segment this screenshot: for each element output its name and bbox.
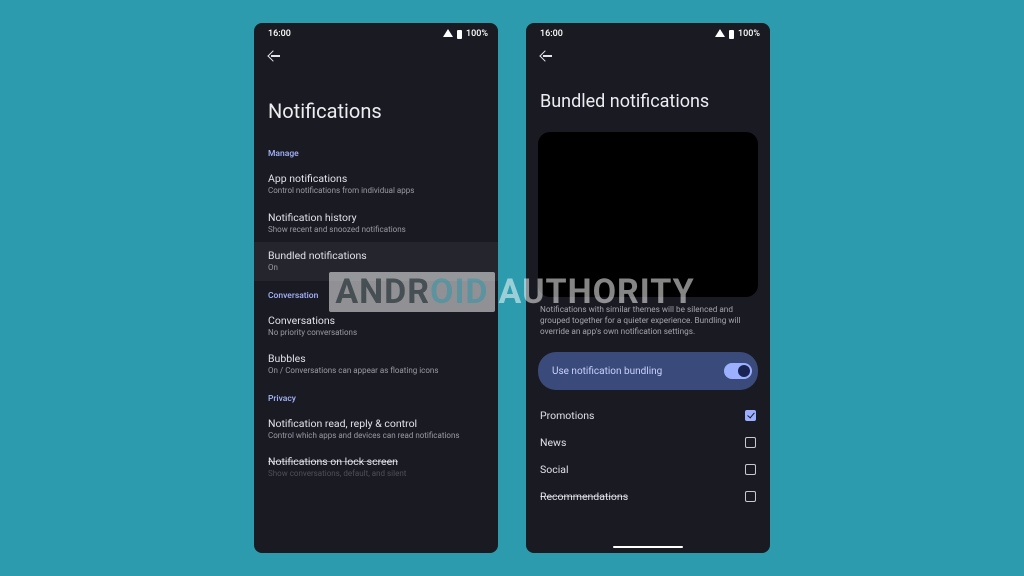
setting-app-notifications[interactable]: App notifications Control notifications … — [254, 165, 498, 204]
section-label-privacy: Privacy — [254, 384, 498, 410]
page-title: Bundled notifications — [526, 65, 770, 128]
phone-left: 16:00 100% Notifications Manage App noti… — [254, 23, 498, 553]
status-icons: 100% — [443, 29, 488, 39]
phone-right: 16:00 100% Bundled notifications Notific… — [526, 23, 770, 553]
status-battery-pct: 100% — [738, 29, 760, 39]
page-title: Notifications — [254, 65, 498, 139]
phone-pair: 16:00 100% Notifications Manage App noti… — [254, 23, 770, 553]
setting-bundled-notifications[interactable]: Bundled notifications On — [254, 242, 498, 281]
status-icons: 100% — [715, 29, 760, 39]
back-arrow-icon — [539, 50, 550, 61]
category-social[interactable]: Social — [526, 456, 770, 483]
checkbox-unchecked-icon — [745, 491, 756, 502]
wifi-icon — [443, 29, 453, 37]
setting-notifications-lock-screen[interactable]: Notifications on lock screen Show conver… — [254, 448, 498, 487]
category-promotions[interactable]: Promotions — [526, 402, 770, 429]
category-news[interactable]: News — [526, 429, 770, 456]
toggle-use-bundling[interactable]: Use notification bundling — [538, 352, 758, 390]
section-label-manage: Manage — [254, 139, 498, 165]
battery-icon — [457, 30, 462, 39]
back-button[interactable] — [264, 47, 282, 65]
status-battery-pct: 100% — [466, 29, 488, 39]
setting-bubbles[interactable]: Bubbles On / Conversations can appear as… — [254, 345, 498, 384]
battery-icon — [729, 30, 734, 39]
setting-conversations[interactable]: Conversations No priority conversations — [254, 307, 498, 346]
status-time: 16:00 — [540, 29, 563, 39]
preview-card — [538, 132, 758, 297]
status-time: 16:00 — [268, 29, 291, 39]
bundling-description: Notifications with similar themes will b… — [526, 303, 770, 348]
category-recommendations[interactable]: Recommendations — [526, 483, 770, 510]
setting-notification-history[interactable]: Notification history Show recent and sno… — [254, 204, 498, 243]
back-button[interactable] — [536, 47, 554, 65]
home-bar-icon[interactable] — [613, 546, 683, 549]
checkbox-unchecked-icon — [745, 437, 756, 448]
wifi-icon — [715, 29, 725, 37]
back-arrow-icon — [267, 50, 278, 61]
section-label-conversation: Conversation — [254, 281, 498, 307]
toggle-label: Use notification bundling — [552, 366, 662, 377]
switch-on-icon — [724, 363, 752, 379]
checkbox-checked-icon — [745, 410, 756, 421]
status-bar: 16:00 100% — [254, 23, 498, 41]
status-bar: 16:00 100% — [526, 23, 770, 41]
checkbox-unchecked-icon — [745, 464, 756, 475]
setting-notification-read-reply[interactable]: Notification read, reply & control Contr… — [254, 410, 498, 449]
